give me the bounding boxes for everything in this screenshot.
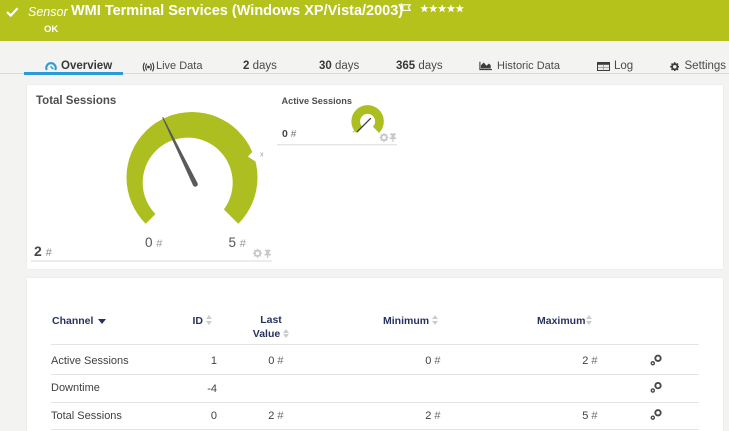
svg-text:x: x [260, 152, 264, 159]
